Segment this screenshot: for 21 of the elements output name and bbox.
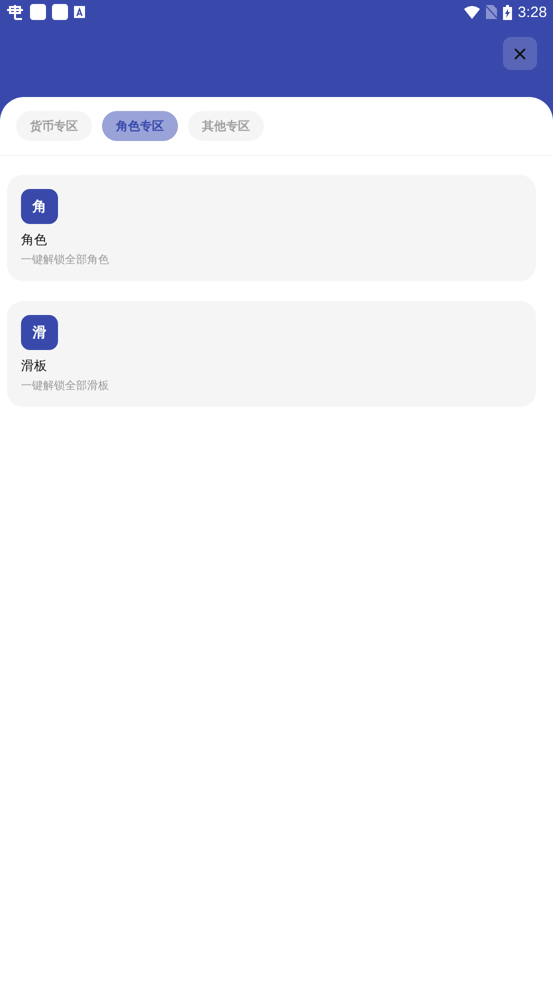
wifi-icon [464, 6, 480, 18]
unlock-card[interactable]: 滑 滑板 一键解锁全部滑板 [7, 301, 536, 407]
status-time: 3:28 [518, 4, 547, 20]
close-button[interactable] [503, 37, 537, 70]
battery-charging-icon [502, 4, 512, 20]
notification-icon [52, 4, 68, 20]
category-tab[interactable]: 其他专区 [188, 111, 264, 141]
font-icon [74, 6, 85, 18]
item-title: 角色 [21, 232, 47, 249]
item-subtitle: 一键解锁全部角色 [21, 252, 109, 267]
category-tab[interactable]: 角色专区 [102, 111, 178, 141]
item-badge: 角 [21, 189, 58, 224]
no-sim-icon [486, 5, 497, 19]
item-badge: 滑 [21, 315, 58, 350]
item-title: 滑板 [21, 358, 47, 375]
category-tab[interactable]: 货币专区 [16, 111, 92, 141]
item-subtitle: 一键解锁全部滑板 [21, 378, 109, 393]
notification-icon [30, 4, 46, 20]
bug-icon [6, 4, 24, 20]
unlock-card[interactable]: 角 角色 一键解锁全部角色 [7, 175, 536, 281]
close-icon [514, 48, 526, 60]
